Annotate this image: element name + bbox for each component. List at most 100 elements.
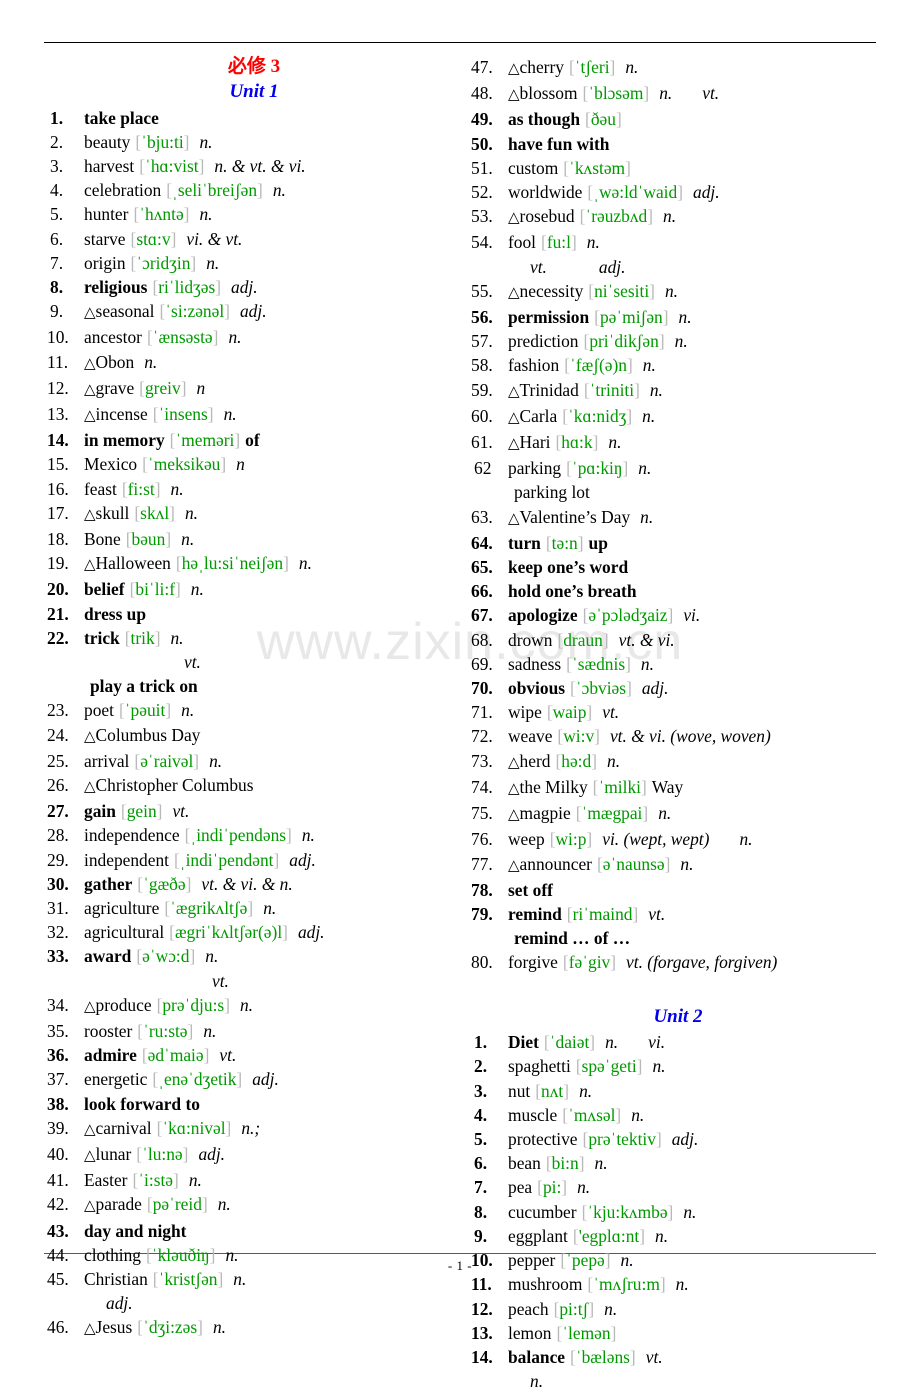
entry-number: 14. [471,1346,493,1367]
entry-body: permission [pəˈmiʃən] n. [508,305,888,329]
entry-word: clothing [84,1244,141,1265]
bracket-close: ] [642,803,649,824]
entry-number: 12. [471,1298,493,1319]
vocab-entry: 69. sadness [ˈsædnis] n. [468,652,888,676]
entry-word: magpie [519,803,571,824]
entry-phonetic: [həˌlu:siˈneiʃən] [176,553,289,573]
phonetic-text: bəun [131,528,166,549]
entry-number: 4. [50,180,64,201]
entry-number: 65. [471,557,493,578]
entry-body: △herd [hə:d] n. [508,749,888,775]
entry-number: 8. [50,276,64,297]
phonetic-text: stɑ:v [136,228,171,249]
entry-word: Trinidad [519,379,579,400]
part-of-speech: n. [206,252,220,273]
entry-word: in memory [84,430,165,451]
continuation-text: vt. [212,970,229,991]
bracket-close: ] [658,331,665,352]
entry-word: fool [508,232,537,253]
continuation-text: adj. [106,1293,133,1314]
part-of-speech: n. [674,331,688,352]
entry-word: Mexico [84,454,138,475]
entry-phonetic: [ˈtriniti] [584,380,640,400]
bracket-close: ] [182,1144,189,1165]
vocab-entry: 38. look forward to [44,1092,464,1116]
continuation-line: vt. [44,650,464,674]
bracket-close: ] [185,873,192,894]
entry-phonetic: [gein] [121,801,163,821]
entry-number: 22. [47,627,69,648]
bracket-close: ] [170,228,177,249]
vocab-entry: 74. △the Milky [ˈmilki] Way [468,775,888,801]
phonetic-text: riˈmaind [572,903,633,924]
entry-number: 17. [47,502,69,523]
phonetic-text: niˈsesiti [594,280,650,301]
part-of-speech: n. [233,1269,247,1290]
entry-phonetic: [bəun] [126,529,171,549]
part-of-speech: n. [642,405,656,426]
bracket-close: ] [190,252,197,273]
part-of-speech: n. [199,204,213,225]
entry-word: turn [508,532,541,553]
vocab-entry: 35. rooster [ˈru:stə] n. [44,1019,464,1043]
entry-word: pea [508,1177,533,1198]
entry-phonetic: [wi:p] [550,829,593,849]
entry-word: announcer [519,853,592,874]
phonetic-text: bi:n [551,1153,579,1174]
entry-word: skull [95,502,130,523]
entry-number: 39. [47,1117,69,1138]
phonetic-text: ˌwə:ldˈwaid [593,182,678,203]
entry-body: dress up [84,602,464,626]
entry-word: energetic [84,1069,148,1090]
entry-body: Bone [bəun] n. [84,527,464,551]
part-of-speech: n. [594,1153,608,1174]
entry-phonetic: [prəˈtektiv] [583,1129,662,1149]
entry-number: 50. [471,133,493,154]
entry-phonetic: [ədˈmaiə] [142,1045,210,1065]
bracket-close: ] [592,432,599,453]
vocab-entry: 73. △herd [hə:d] n. [468,749,888,775]
entry-body: admire [ədˈmaiə] vt. [84,1043,464,1067]
entry-phonetic: [əˈraivəl] [134,751,199,771]
vocab-entry: 49. as though [ðəu] [468,107,888,131]
vocab-entry: 77. △announcer [əˈnaunsə] n. [468,852,888,878]
triangle-marker: △ [508,436,520,453]
bracket-close: ] [563,1080,570,1101]
right-column: 47. △cherry [ˈtʃeri] n. 48. △blossom [ˈblɔsəm]… [468,55,888,1393]
entry-number: 37. [47,1069,69,1090]
entry-number: 41. [47,1170,69,1191]
vocab-entry: 45. Christian [ˈkristʃən] n. [44,1267,464,1291]
entry-word: pepper [508,1250,556,1271]
entry-body: eggplant ['egplɑ:nt] n. [508,1224,888,1248]
phonetic-text: ˈtʃeri [574,57,610,77]
entry-number: 59. [471,379,493,400]
bracket-close: ] [629,1346,636,1367]
part-of-speech: n. [199,131,213,152]
entry-word: Christopher Columbus [95,774,254,795]
entry-phonetic: [greiv] [139,378,186,398]
entry-word-suffix: Way [651,776,684,797]
entry-phonetic: [nʌt] [535,1081,569,1101]
phonetic-text: ˈi:stə [138,1170,174,1191]
phonetic-text: priˈdikʃən [589,331,659,352]
phonetic-text: ˈɔridʒin [136,252,191,273]
entry-phonetic: [ˈbæləns] [570,1347,636,1367]
entry-word: cucumber [508,1201,577,1222]
part-of-speech: adj. [289,849,316,870]
bracket-close: ] [615,109,622,130]
entry-word: origin [84,252,126,273]
entry-phonetic: [ˈgæðə] [137,874,191,894]
entry-number: 35. [47,1021,69,1042]
entry-phonetic: [ˈhʌntə] [133,204,189,224]
phonetic-text: ˈrəuzbʌd [585,206,648,227]
part-of-speech: n. [263,898,277,918]
phonetic-text: ˈænsəstə [152,327,213,348]
entry-number: 32. [47,922,69,943]
entry-body: △the Milky [ˈmilki] Way [508,775,888,801]
part-of-speech: n. [675,1274,689,1295]
part-of-speech: adj. [671,1129,699,1150]
bracket-close: ] [224,301,230,322]
phonetic-text: ægriˈkʌltʃər(ə)l [174,922,283,943]
phonetic-text: ˈkʌstəm [569,157,626,178]
phonetic-text: ədˈmaiə [147,1045,204,1066]
